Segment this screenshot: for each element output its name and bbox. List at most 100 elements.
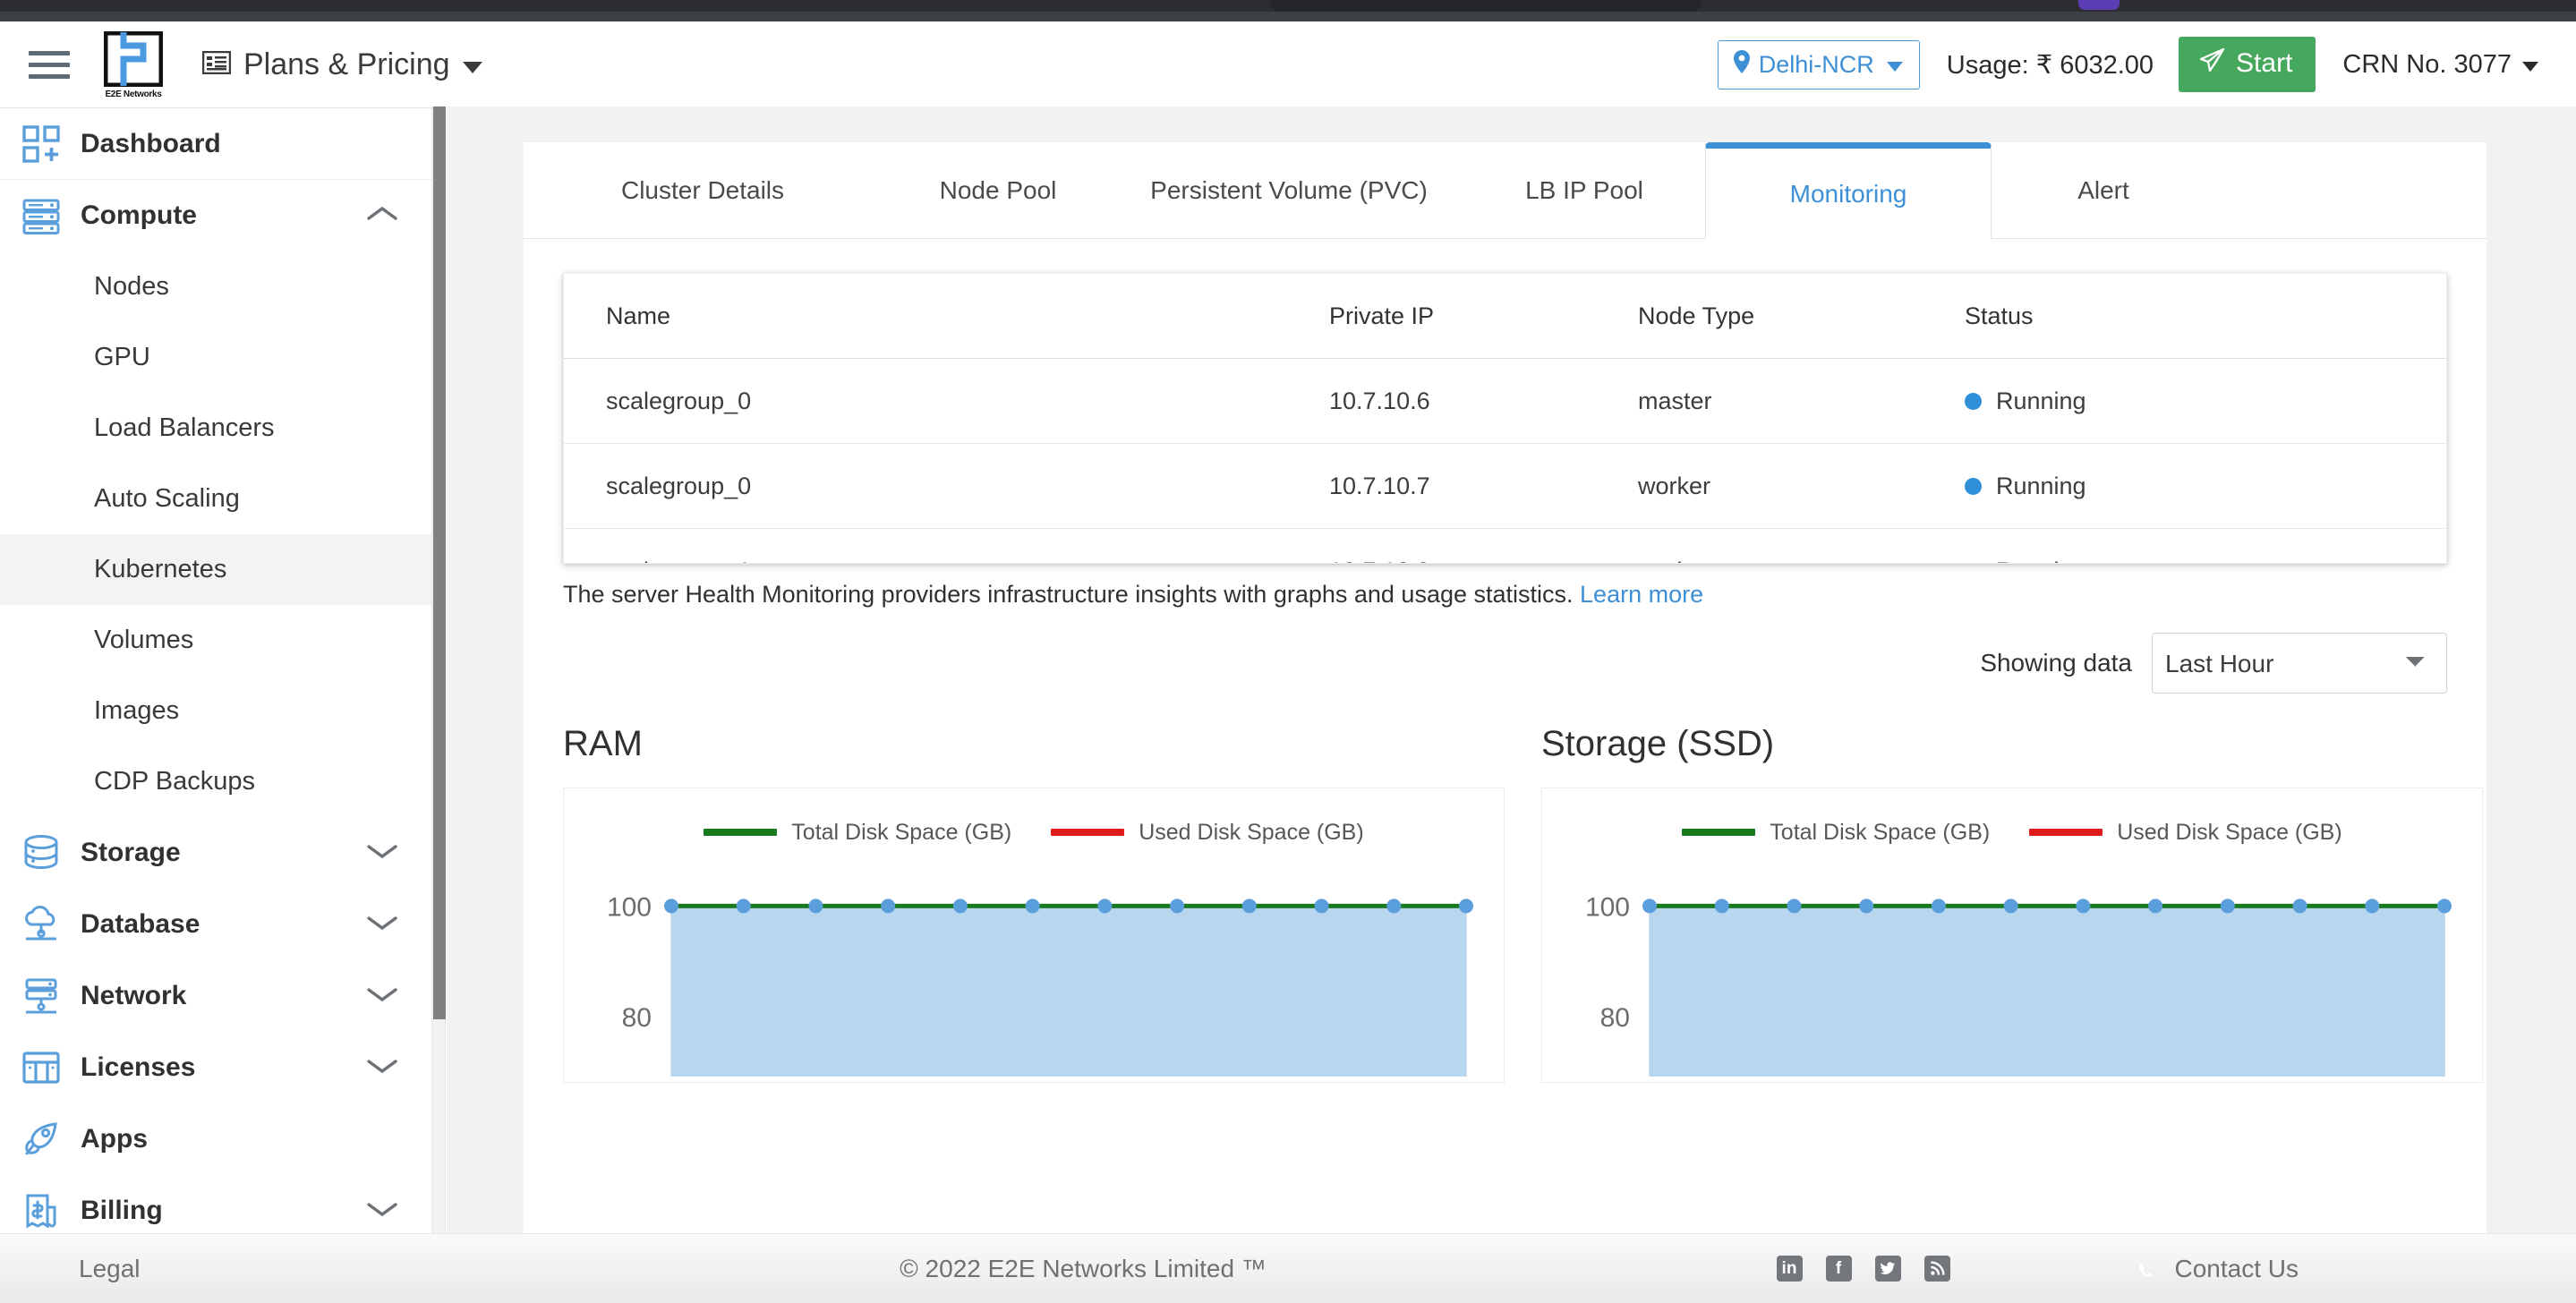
column-header-status: Status — [1965, 302, 2034, 329]
chart-title: RAM — [563, 724, 643, 763]
tab-label: Monitoring — [1789, 179, 1907, 208]
chart-title: Storage (SSD) — [1541, 724, 1775, 763]
plans-menu-label: Plans & Pricing — [243, 47, 450, 81]
start-button[interactable]: Start — [2179, 37, 2316, 92]
footer-copyright: © 2022 E2E Networks Limited ™ — [900, 1254, 1267, 1282]
crn-account-menu[interactable]: CRN No. 3077 — [2342, 50, 2538, 80]
kubernetes-cluster-panel: Cluster Details Node Pool Persistent Vol… — [524, 142, 2486, 1252]
showing-data-select[interactable]: Last HourLast DayLast WeekLast Month — [2152, 633, 2447, 694]
tab-persistent-volume[interactable]: Persistent Volume (PVC) — [1114, 142, 1463, 238]
sidebar-item-database[interactable]: Database — [0, 889, 432, 960]
legend-swatch-total — [1682, 829, 1756, 836]
storage-chart-frame: Total Disk Space (GB) Used Disk Space (G… — [1541, 788, 2483, 1083]
legend-item[interactable]: Total Disk Space (GB) — [1682, 820, 1990, 846]
legend-label: Used Disk Space (GB) — [1139, 819, 1364, 845]
node-list-table: Name Private IP Node Type Status scalegr… — [563, 273, 2447, 564]
sidebar-item-volumes[interactable]: Volumes — [0, 605, 432, 676]
page-footer: Legal © 2022 E2E Networks Limited ™ in f… — [0, 1233, 2576, 1303]
sidebar-item-dashboard[interactable]: Dashboard — [0, 108, 432, 180]
sidebar-item-label: Kubernetes — [94, 555, 227, 583]
cell-node-type: worker — [1638, 558, 1965, 564]
server-rack-icon — [21, 196, 61, 235]
region-label: Delhi-NCR — [1758, 50, 1874, 78]
sidebar-item-apps[interactable]: Apps — [0, 1103, 432, 1175]
sidebar-item-label: Load Balancers — [94, 413, 275, 442]
sidebar-item-label: Database — [81, 909, 200, 939]
cell-status: Running — [1996, 558, 2086, 564]
sidebar-item-label: Compute — [81, 200, 197, 230]
application-viewport: E2E Networks Plans & Pricing Delhi-NCR U… — [0, 21, 2576, 1303]
chevron-down-icon — [462, 61, 482, 73]
sidebar-item-label: Nodes — [94, 272, 169, 301]
status-badge: Running — [1965, 558, 2323, 564]
tab-label: Alert — [2077, 175, 2129, 204]
sidebar-item-network[interactable]: Network — [0, 960, 432, 1032]
table-row[interactable]: scalegroup_0 10.7.10.7 worker Running — [564, 444, 2446, 529]
legend-label: Total Disk Space (GB) — [791, 819, 1012, 845]
cloud-database-icon — [21, 905, 61, 944]
sidebar-item-compute[interactable]: Compute — [0, 180, 432, 251]
cell-private-ip: 10.7.10.7 — [1329, 472, 1430, 499]
sidebar-item-kubernetes[interactable]: Kubernetes — [0, 534, 432, 605]
ram-chart-block: RAM Total Disk Space (GB) Used Disk Spac… — [563, 724, 1505, 1083]
e2e-networks-logo[interactable]: E2E Networks — [101, 29, 166, 99]
cell-private-ip: 10.7.10.8 — [1329, 558, 1638, 564]
chevron-down-icon — [366, 1199, 398, 1223]
paper-plane-icon — [2198, 47, 2225, 81]
hamburger-menu-icon[interactable] — [29, 47, 70, 82]
sidebar-item-images[interactable]: Images — [0, 676, 432, 746]
dashboard-grid-icon — [21, 124, 61, 164]
sidebar-item-auto-scaling[interactable]: Auto Scaling — [0, 464, 432, 534]
sidebar-navigation: Dashboard Compute Nodes GPU Load Balance… — [0, 108, 433, 1254]
monitoring-description: The server Health Monitoring providers i… — [563, 581, 2443, 609]
tab-label: Node Pool — [939, 175, 1057, 204]
sidebar-item-label: Storage — [81, 838, 181, 867]
table-row[interactable]: scalegroup_1 10.7.10.8 worker Running — [564, 529, 2446, 563]
license-grid-icon — [21, 1048, 61, 1087]
sidebar-item-cdp-backups[interactable]: CDP Backups — [0, 746, 432, 817]
legend-item[interactable]: Total Disk Space (GB) — [704, 820, 1011, 846]
region-selector[interactable]: Delhi-NCR — [1717, 39, 1920, 89]
svg-text:80: 80 — [622, 1003, 652, 1033]
storage-plot: 80 100 — [1542, 853, 2482, 1077]
sidebar-item-label: Licenses — [81, 1052, 196, 1082]
sidebar-scrollbar-thumb[interactable] — [433, 106, 446, 1019]
column-header-private-ip: Private IP — [1329, 302, 1435, 329]
sidebar-item-storage[interactable]: Storage — [0, 817, 432, 889]
legend-item[interactable]: Used Disk Space (GB) — [2029, 819, 2342, 846]
cell-name: scalegroup_0 — [606, 472, 752, 499]
tab-node-pool[interactable]: Node Pool — [882, 142, 1114, 238]
browser-toolbar-strip — [0, 12, 2576, 21]
location-pin-icon — [1733, 49, 1751, 81]
plans-and-pricing-menu[interactable]: Plans & Pricing — [201, 47, 482, 82]
sidebar-scrollbar[interactable] — [431, 106, 446, 1252]
sidebar-item-nodes[interactable]: Nodes — [0, 251, 432, 322]
status-badge: Running — [1965, 387, 2323, 415]
table-row[interactable]: scalegroup_0 10.7.10.6 master Running — [564, 359, 2446, 444]
tab-cluster-details[interactable]: Cluster Details — [524, 142, 882, 238]
chevron-down-icon — [366, 841, 398, 865]
invoice-dollar-icon — [21, 1191, 61, 1231]
crn-label: CRN No. 3077 — [2342, 49, 2512, 79]
cell-name: scalegroup_1 — [564, 558, 1329, 564]
sidebar-item-licenses[interactable]: Licenses — [0, 1032, 432, 1103]
database-stack-icon — [21, 833, 61, 873]
chevron-down-icon — [366, 1056, 398, 1080]
legend-label: Used Disk Space (GB) — [2117, 819, 2342, 845]
tab-monitoring[interactable]: Monitoring — [1705, 142, 1992, 239]
tab-lb-ip-pool[interactable]: LB IP Pool — [1463, 142, 1705, 238]
browser-tab-indicator[interactable] — [2078, 0, 2120, 10]
legend-label: Total Disk Space (GB) — [1770, 819, 1991, 845]
cell-private-ip: 10.7.10.6 — [1329, 387, 1430, 414]
learn-more-link[interactable]: Learn more — [1580, 581, 1703, 608]
showing-data-label: Showing data — [1980, 649, 2132, 677]
sidebar-item-load-balancers[interactable]: Load Balancers — [0, 393, 432, 464]
sidebar-item-gpu[interactable]: GPU — [0, 322, 432, 393]
chevron-down-icon — [1886, 61, 1903, 72]
tab-alert[interactable]: Alert — [1992, 142, 2215, 238]
sidebar-item-label: Billing — [81, 1196, 163, 1225]
legend-item[interactable]: Used Disk Space (GB) — [1051, 819, 1364, 846]
tab-label: LB IP Pool — [1525, 175, 1643, 204]
column-header-node-type: Node Type — [1638, 302, 1755, 329]
chevron-down-icon — [2522, 62, 2538, 72]
